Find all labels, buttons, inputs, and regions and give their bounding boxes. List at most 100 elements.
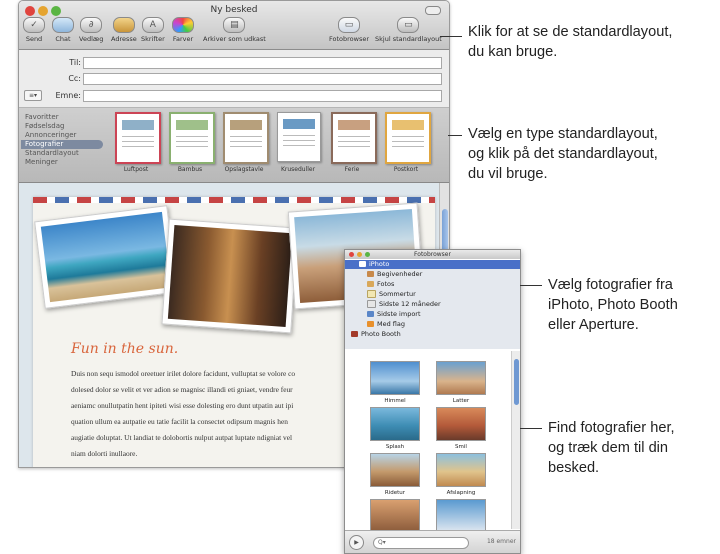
chat-button[interactable]: Chat bbox=[52, 17, 74, 43]
window-title: Ny besked bbox=[210, 5, 258, 15]
photo-source-list: iPhoto Begivenheder Fotos Sommertur Sids… bbox=[345, 260, 520, 349]
beach-photo[interactable] bbox=[34, 205, 178, 309]
category-sentiments[interactable]: Meninger bbox=[21, 158, 103, 167]
airmail-stripe bbox=[33, 197, 435, 203]
photo-browser-close-button[interactable] bbox=[349, 252, 354, 257]
source-iphoto[interactable]: iPhoto bbox=[345, 260, 520, 269]
photo-browser-button[interactable]: ▭ Fotobrowser bbox=[329, 17, 369, 43]
album-icon bbox=[367, 290, 376, 298]
source-last-import[interactable]: Sidste import bbox=[345, 310, 520, 319]
photo-grid-scroll-thumb[interactable] bbox=[514, 359, 519, 405]
callout-leader-1 bbox=[440, 36, 462, 37]
import-icon bbox=[367, 311, 374, 317]
photo-search-field[interactable]: Q▾ bbox=[373, 537, 469, 549]
send-icon: ✓ bbox=[23, 17, 45, 33]
photo-smile[interactable]: Smil bbox=[435, 407, 487, 450]
category-photos[interactable]: Fotografier bbox=[21, 140, 103, 149]
stationery-pane: Favoritter Fødselsdag Annonceringer Foto… bbox=[19, 108, 449, 183]
chat-icon bbox=[52, 17, 74, 33]
callout-photo-sources: Vælg fotografier fra iPhoto, Photo Booth… bbox=[548, 277, 678, 333]
photo-thumbnail bbox=[370, 407, 420, 441]
title-bar: Ny besked ✓ Send Chat ∂ Vedlæg Adresse A… bbox=[19, 1, 449, 50]
stationery-thumb-airmail[interactable] bbox=[115, 112, 161, 164]
cc-field[interactable] bbox=[83, 73, 442, 85]
colors-button[interactable]: Farver bbox=[172, 17, 194, 43]
photo-thumbnail bbox=[370, 499, 420, 533]
stationery-label-postcard: Postkort bbox=[393, 166, 419, 173]
photo-browser-minimize-button[interactable] bbox=[357, 252, 362, 257]
source-events[interactable]: Begivenheder bbox=[345, 270, 520, 279]
stationery-thumb-bamboo[interactable] bbox=[169, 112, 215, 164]
stationery-thumb-doodles[interactable] bbox=[277, 112, 321, 162]
address-book-icon bbox=[112, 17, 135, 33]
attach-button[interactable]: ∂ Vedlæg bbox=[79, 17, 103, 43]
save-draft-button[interactable]: ▤ Arkiver som udkast bbox=[203, 17, 266, 43]
address-button[interactable]: Adresse bbox=[111, 17, 137, 43]
ukulele-photo[interactable] bbox=[161, 218, 299, 334]
stationery-icon: ▭ bbox=[397, 17, 420, 33]
photo-booth-icon bbox=[351, 331, 358, 337]
photo-thumbnail bbox=[370, 361, 420, 395]
photo-browser-window: Fotobrowser iPhoto Begivenheder Fotos So… bbox=[344, 249, 521, 554]
fonts-button[interactable]: A Skrifter bbox=[141, 17, 165, 43]
play-button[interactable]: ▶ bbox=[349, 535, 364, 550]
hide-stationery-button[interactable]: ▭ Skjul standardlayout bbox=[375, 17, 442, 43]
events-icon bbox=[367, 271, 374, 277]
photo-splash[interactable]: Splash bbox=[369, 407, 421, 450]
source-photo-booth[interactable]: Photo Booth bbox=[345, 330, 520, 339]
item-count: 18 emner bbox=[486, 538, 516, 545]
category-birthday[interactable]: Fødselsdag bbox=[21, 122, 103, 131]
photo-browser-icon: ▭ bbox=[338, 17, 360, 33]
cc-label: Cc: bbox=[68, 74, 81, 83]
photo-thumbnail bbox=[436, 499, 486, 533]
callout-drag-photos: Find fotografier her, og træk dem til di… bbox=[548, 420, 675, 476]
photo-thumbnail bbox=[370, 453, 420, 487]
paperclip-icon: ∂ bbox=[80, 17, 103, 33]
stationery-label-bulletin: Opslagstavle bbox=[224, 166, 264, 173]
photo-grid-scrollbar[interactable] bbox=[511, 351, 520, 529]
callout-stationery-button: Klik for at se de standardlayout, du kan… bbox=[468, 24, 673, 60]
message-heading: Fun in the sun. bbox=[71, 341, 179, 357]
stationery-label-bamboo: Bambus bbox=[177, 166, 203, 173]
photo-relaxing[interactable]: Afslapning bbox=[435, 453, 487, 496]
callout-leader-2 bbox=[448, 135, 462, 136]
header-options-menu[interactable]: ≡▾ bbox=[24, 90, 42, 101]
flag-icon bbox=[367, 321, 374, 327]
photo-sky[interactable]: Himmel bbox=[369, 361, 421, 404]
colors-icon bbox=[172, 17, 194, 33]
callout-leader-4 bbox=[520, 428, 542, 429]
toolbar-toggle-button[interactable] bbox=[425, 6, 441, 15]
subject-label: Emne: bbox=[55, 91, 81, 100]
photo-thumbnail bbox=[436, 407, 486, 441]
subject-field[interactable] bbox=[83, 90, 442, 102]
photo-browser-zoom-button[interactable] bbox=[365, 252, 370, 257]
photo-thumbnail bbox=[436, 453, 486, 487]
stationery-label-vacation: Ferie bbox=[344, 166, 360, 173]
photo-laughter[interactable]: Latter bbox=[435, 361, 487, 404]
to-field[interactable] bbox=[83, 57, 442, 69]
photo-browser-footer: ▶ Q▾ 18 emner bbox=[345, 530, 520, 553]
category-announcements[interactable]: Annonceringer bbox=[21, 131, 103, 140]
stationery-thumb-postcard[interactable] bbox=[385, 112, 431, 164]
photos-icon bbox=[367, 281, 374, 287]
save-draft-icon: ▤ bbox=[223, 17, 246, 33]
photo-partial-2[interactable] bbox=[435, 499, 487, 533]
photo-thumbnail bbox=[436, 361, 486, 395]
play-icon: ▶ bbox=[354, 539, 359, 546]
category-favorites[interactable]: Favoritter bbox=[21, 113, 103, 122]
stationery-thumb-vacation[interactable] bbox=[331, 112, 377, 164]
iphoto-icon bbox=[359, 261, 366, 267]
to-label: Til: bbox=[69, 58, 81, 67]
photo-ride[interactable]: Ridetur bbox=[369, 453, 421, 496]
photo-browser-title: Fotobrowser bbox=[345, 250, 520, 259]
stationery-thumb-bulletin[interactable] bbox=[223, 112, 269, 164]
source-summer-trip[interactable]: Sommertur bbox=[345, 290, 520, 299]
send-button[interactable]: ✓ Send bbox=[23, 17, 45, 43]
source-last-12-months[interactable]: Sidste 12 måneder bbox=[345, 300, 520, 309]
photo-partial-1[interactable] bbox=[369, 499, 421, 533]
photo-grid: Himmel Latter Splash Smil Ridetur Afslap… bbox=[345, 351, 511, 533]
source-flagged[interactable]: Med flag bbox=[345, 320, 520, 329]
source-photos[interactable]: Fotos bbox=[345, 280, 520, 289]
calendar-icon bbox=[367, 300, 376, 308]
category-stationery[interactable]: Standardlayout bbox=[21, 149, 103, 158]
